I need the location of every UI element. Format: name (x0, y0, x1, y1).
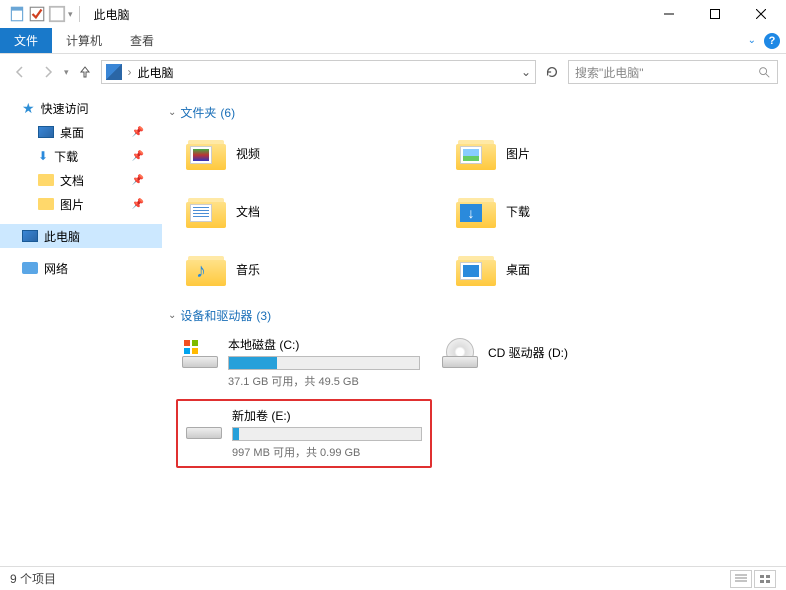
address-dropdown-icon[interactable]: ⌄ (521, 65, 531, 79)
pictures-folder-icon (456, 136, 496, 170)
sidebar-quick-access[interactable]: ★ 快速访问 (0, 96, 162, 120)
minimize-button[interactable] (646, 0, 692, 28)
status-bar: 9 个项目 (0, 566, 786, 590)
download-icon: ⬇ (38, 149, 48, 163)
content-area: ⌄ 文件夹 (6) 视频 图片 文档 下载 音乐 (162, 90, 786, 566)
sidebar-label: 此电脑 (44, 228, 80, 245)
folder-label: 下载 (506, 203, 530, 220)
maximize-button[interactable] (692, 0, 738, 28)
sidebar-label: 图片 (60, 196, 84, 213)
section-count: (6) (220, 106, 235, 120)
folder-label: 音乐 (236, 261, 260, 278)
music-folder-icon (186, 252, 226, 286)
chevron-down-icon: ⌄ (168, 107, 176, 118)
refresh-button[interactable] (540, 60, 564, 84)
section-count: (3) (256, 309, 271, 323)
nav-bar: ▾ › 此电脑 ⌄ 搜索"此电脑" (0, 54, 786, 90)
sidebar: ★ 快速访问 桌面 📌 ⬇ 下载 📌 文档 📌 图片 📌 此电脑 (0, 90, 162, 566)
sidebar-label: 网络 (44, 260, 68, 277)
view-large-button[interactable] (754, 570, 776, 588)
pin-icon: 📌 (132, 127, 144, 138)
folder-downloads[interactable]: 下载 (456, 187, 716, 235)
ribbon-expand-icon[interactable]: ⌄ (748, 35, 756, 46)
folder-label: 文档 (236, 203, 260, 220)
star-icon: ★ (22, 100, 35, 117)
close-button[interactable] (738, 0, 784, 28)
thispc-icon (106, 64, 122, 80)
documents-folder-icon (186, 194, 226, 228)
drive-e[interactable]: 新加卷 (E:) 997 MB 可用，共 0.99 GB (176, 399, 432, 468)
folder-icon (38, 198, 54, 210)
drive-d[interactable]: CD 驱动器 (D:) (436, 332, 686, 393)
drive-name: 新加卷 (E:) (232, 407, 422, 424)
folder-music[interactable]: 音乐 (186, 245, 446, 293)
ribbon: 文件 计算机 查看 ⌄ ? (0, 28, 786, 54)
sidebar-label: 桌面 (60, 124, 84, 141)
drive-usage-bar (228, 356, 420, 370)
address-bar[interactable]: › 此电脑 ⌄ (101, 60, 536, 84)
qat-properties-icon[interactable] (8, 5, 26, 23)
drive-c[interactable]: 本地磁盘 (C:) 37.1 GB 可用，共 49.5 GB (176, 332, 426, 393)
drive-status: 37.1 GB 可用，共 49.5 GB (228, 373, 420, 389)
title-bar: ▾ 此电脑 (0, 0, 786, 28)
drive-e-icon (186, 409, 222, 439)
folder-pictures[interactable]: 图片 (456, 129, 716, 177)
section-label: 文件夹 (180, 104, 216, 121)
pin-icon: 📌 (132, 175, 144, 186)
nav-up-button[interactable] (73, 60, 97, 84)
sidebar-label: 文档 (60, 172, 84, 189)
drive-usage-bar (232, 427, 422, 441)
nav-recent-dropdown[interactable]: ▾ (64, 67, 69, 78)
folder-label: 桌面 (506, 261, 530, 278)
folder-label: 图片 (506, 145, 530, 162)
downloads-folder-icon (456, 194, 496, 228)
view-details-button[interactable] (730, 570, 752, 588)
help-icon[interactable]: ? (764, 33, 780, 49)
search-icon (757, 65, 771, 79)
search-placeholder: 搜索"此电脑" (575, 64, 644, 81)
sidebar-label: 下载 (54, 148, 78, 165)
drive-name: 本地磁盘 (C:) (228, 336, 420, 353)
section-header-drives[interactable]: ⌄ 设备和驱动器 (3) (168, 307, 780, 324)
folder-icon (38, 174, 54, 186)
desktop-folder-icon (456, 252, 496, 286)
network-icon (22, 262, 38, 274)
cd-drive-icon (442, 338, 478, 368)
qat-checkbox-icon[interactable] (28, 5, 46, 23)
folder-documents[interactable]: 文档 (186, 187, 446, 235)
folder-videos[interactable]: 视频 (186, 129, 446, 177)
ribbon-tab-file[interactable]: 文件 (0, 28, 52, 53)
ribbon-tab-view[interactable]: 查看 (116, 28, 168, 53)
drive-name: CD 驱动器 (D:) (488, 344, 680, 361)
section-label: 设备和驱动器 (180, 307, 252, 324)
sidebar-network[interactable]: 网络 (0, 256, 162, 280)
sidebar-desktop[interactable]: 桌面 📌 (0, 120, 162, 144)
window-title: 此电脑 (94, 6, 130, 23)
folder-desktop[interactable]: 桌面 (456, 245, 716, 293)
nav-back-button[interactable] (8, 60, 32, 84)
breadcrumb-location[interactable]: 此电脑 (138, 64, 174, 81)
breadcrumb-sep-icon[interactable]: › (128, 65, 132, 79)
nav-forward-button[interactable] (36, 60, 60, 84)
qat-dropdown-icon[interactable] (48, 5, 66, 23)
desktop-icon (38, 126, 54, 138)
ribbon-tab-computer[interactable]: 计算机 (52, 28, 116, 53)
status-item-count: 9 个项目 (10, 570, 56, 587)
sidebar-downloads[interactable]: ⬇ 下载 📌 (0, 144, 162, 168)
chevron-down-icon: ⌄ (168, 310, 176, 321)
drive-c-icon (182, 338, 218, 368)
sidebar-pictures[interactable]: 图片 📌 (0, 192, 162, 216)
pin-icon: 📌 (132, 151, 144, 162)
drive-status: 997 MB 可用，共 0.99 GB (232, 444, 422, 460)
sidebar-label: 快速访问 (41, 100, 89, 117)
thispc-icon (22, 230, 38, 242)
search-box[interactable]: 搜索"此电脑" (568, 60, 778, 84)
section-header-folders[interactable]: ⌄ 文件夹 (6) (168, 104, 780, 121)
pin-icon: 📌 (132, 199, 144, 210)
sidebar-documents[interactable]: 文档 📌 (0, 168, 162, 192)
videos-folder-icon (186, 136, 226, 170)
sidebar-thispc[interactable]: 此电脑 (0, 224, 162, 248)
folder-label: 视频 (236, 145, 260, 162)
